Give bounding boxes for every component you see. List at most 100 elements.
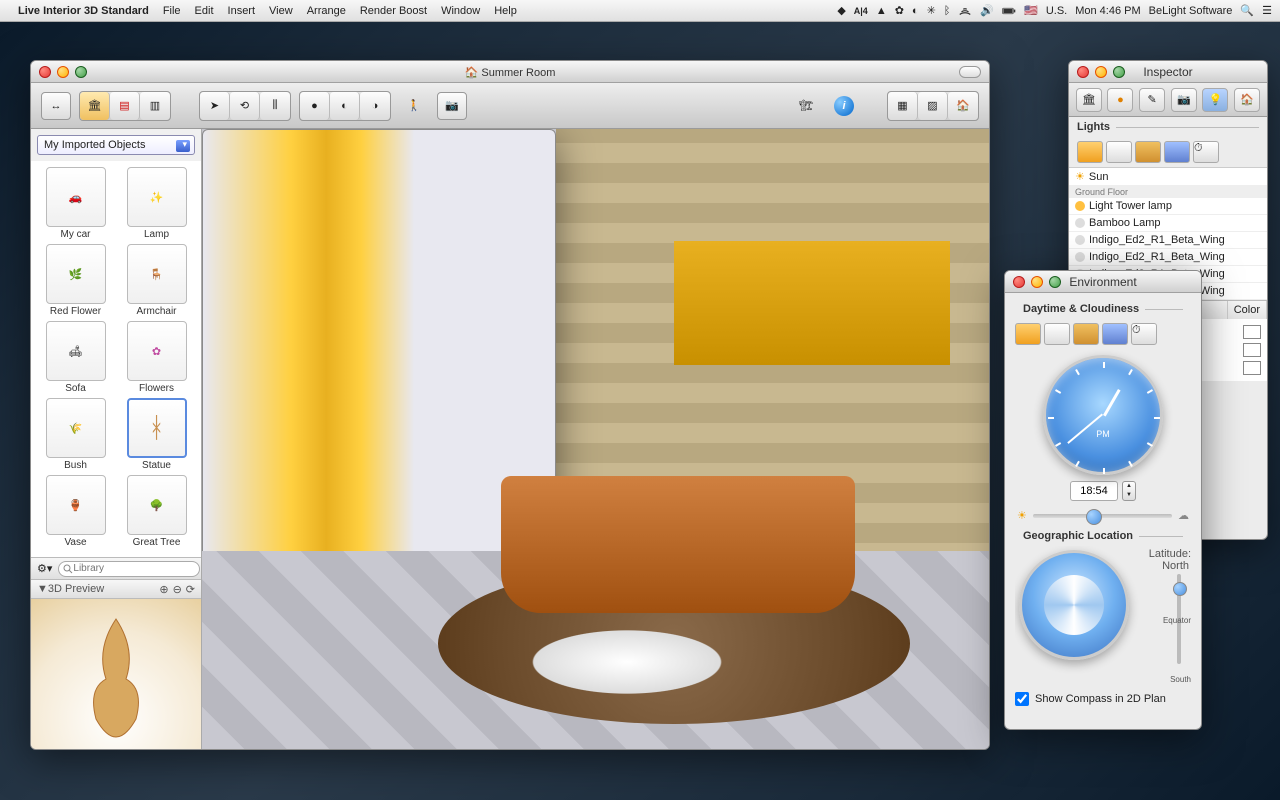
close-button[interactable] [1013,276,1025,288]
library-item[interactable]: 🪑Armchair [118,244,195,317]
pan-tool[interactable]: ⫼ [260,92,290,120]
back-forward-button[interactable]: ↔ [41,92,71,120]
library-panel-button[interactable]: 🏛 [80,92,110,120]
preset-day[interactable] [1015,323,1041,345]
play-button[interactable]: ◐ [330,92,360,120]
bluetooth-icon[interactable]: ᛒ [944,5,951,17]
spotlight-icon[interactable]: 🔍 [1240,4,1254,17]
light-row[interactable]: Bamboo Lamp [1069,215,1267,232]
select-tool[interactable]: ➤ [200,92,230,120]
preset-evening[interactable] [1073,323,1099,345]
minimize-button[interactable] [1095,66,1107,78]
light-row[interactable]: Indigo_Ed2_R1_Beta_Wing [1069,232,1267,249]
minimize-button[interactable] [1031,276,1043,288]
menu-help[interactable]: Help [494,5,517,17]
time-stepper[interactable]: ▲▼ [1122,481,1136,501]
minimize-button[interactable] [57,66,69,78]
light-row[interactable]: Light Tower lamp [1069,198,1267,215]
time-field[interactable] [1070,481,1118,501]
color-swatch[interactable] [1243,361,1261,375]
menu-window[interactable]: Window [441,5,480,17]
preset-settings[interactable]: ⏱ [1193,141,1219,163]
menu-extra-icon[interactable]: ▲ [876,5,887,17]
close-button[interactable] [1077,66,1089,78]
compass-control[interactable] [1019,550,1129,660]
light-row-sun[interactable]: ☀Sun [1069,168,1267,186]
library-item[interactable]: 🌿Red Flower [37,244,114,317]
levels-panel-button[interactable]: ▥ [140,92,170,120]
preset-sunset[interactable] [1044,323,1070,345]
tab-object[interactable]: 🏛 [1076,88,1102,112]
zoom-in-icon[interactable]: ⊕ [159,583,168,596]
menu-file[interactable]: File [163,5,181,17]
light-row[interactable]: Indigo_Ed2_R1_Beta_Wing [1069,249,1267,266]
library-item[interactable]: ᚼStatue [118,398,195,471]
tab-cameras[interactable]: 📷 [1171,88,1197,112]
preview-header[interactable]: ▼ 3D Preview ⊕ ⊖ ⟳ [31,579,201,599]
view-2d-button[interactable]: ▦ [888,92,918,120]
orbit-tool[interactable]: ⟲ [230,92,260,120]
menu-render-boost[interactable]: Render Boost [360,5,427,17]
view-3d-button[interactable]: 🏠 [948,92,978,120]
preset-sunset[interactable] [1106,141,1132,163]
stop-button[interactable]: ◑ [360,92,390,120]
menu-extra-icon[interactable]: ◆ [837,4,845,17]
zoom-button[interactable] [1049,276,1061,288]
menu-extra-icon[interactable]: ◐ [912,5,919,17]
gear-icon[interactable]: ⚙▾ [37,562,52,575]
toolbar-toggle-button[interactable] [959,66,981,78]
tab-2d[interactable]: ✎ [1139,88,1165,112]
record-button[interactable]: ● [300,92,330,120]
zoom-button[interactable] [1113,66,1125,78]
latitude-slider[interactable]: Latitude: North Equator South [1135,546,1191,684]
menu-extra-icon[interactable]: ✳ [927,4,936,17]
library-item[interactable]: 🛋Sofa [37,321,114,394]
tab-building[interactable]: 🏠 [1234,88,1260,112]
color-swatch[interactable] [1243,325,1261,339]
library-item[interactable]: ✨Lamp [118,167,195,240]
checkbox[interactable] [1015,692,1029,706]
library-item[interactable]: 🌳Great Tree [118,475,195,548]
project-panel-button[interactable]: ▤ [110,92,140,120]
menu-insert[interactable]: Insert [228,5,256,17]
menu-edit[interactable]: Edit [195,5,214,17]
library-item[interactable]: 🏺Vase [37,475,114,548]
menubar-vendor[interactable]: BeLight Software [1149,5,1233,17]
preset-night[interactable] [1102,323,1128,345]
preset-evening[interactable] [1135,141,1161,163]
view-split-button[interactable]: ▨ [918,92,948,120]
preset-day[interactable] [1077,141,1103,163]
volume-icon[interactable]: 🔊 [980,4,994,17]
tab-lights[interactable]: 💡 [1202,88,1228,112]
input-flag-icon[interactable]: 🇺🇸 [1024,4,1038,17]
walk-icon[interactable]: 🚶 [399,92,429,120]
zoom-reset-icon[interactable]: ⟳ [186,583,195,596]
info-icon[interactable]: i [829,92,859,120]
preset-settings[interactable]: ⏱ [1131,323,1157,345]
menu-arrange[interactable]: Arrange [307,5,346,17]
menubar-clock[interactable]: Mon 4:46 PM [1075,5,1140,17]
app-menu[interactable]: Live Interior 3D Standard [18,5,149,17]
menu-view[interactable]: View [269,5,293,17]
input-locale[interactable]: U.S. [1046,5,1067,17]
color-swatch[interactable] [1243,343,1261,357]
library-search-input[interactable] [58,561,200,577]
tab-materials[interactable]: ● [1107,88,1133,112]
menu-extra-icon[interactable]: ✿ [895,4,904,17]
viewport-3d[interactable] [202,129,989,749]
cloudiness-slider[interactable]: ☀ ☁ [1015,505,1191,526]
library-item[interactable]: 🌾Bush [37,398,114,471]
menu-extra-icon[interactable]: A|4 [854,6,868,16]
show-compass-checkbox[interactable]: Show Compass in 2D Plan [1015,684,1191,706]
notification-center-icon[interactable]: ☰ [1262,4,1272,17]
daytime-clock[interactable] [1043,355,1163,475]
snapshot-button[interactable]: 📷 [437,92,467,120]
library-item[interactable]: ✿Flowers [118,321,195,394]
battery-icon[interactable] [1002,4,1016,18]
preset-night[interactable] [1164,141,1190,163]
trimble-icon[interactable]: 🏗 [791,92,821,120]
library-category-select[interactable]: My Imported Objects [37,135,195,155]
close-button[interactable] [39,66,51,78]
airport-icon[interactable] [958,4,972,18]
zoom-out-icon[interactable]: ⊖ [173,583,182,596]
